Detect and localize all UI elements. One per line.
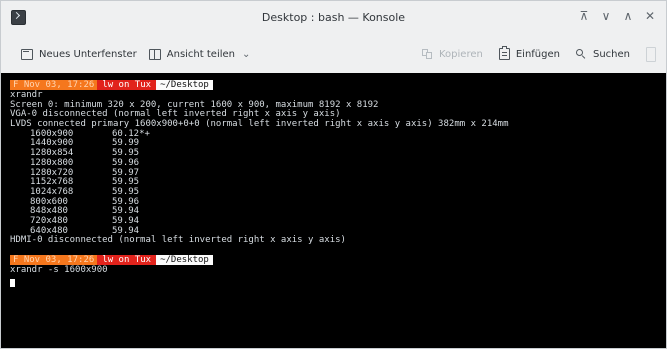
minimize-icon[interactable]: ∨ [598,8,614,24]
display-mode-row: 1280x854 59.95 [10,148,660,159]
find-label: Suchen [592,48,630,60]
new-tab-label: Neues Unterfenster [39,48,137,60]
new-tab-button[interactable]: Neues Unterfenster [21,42,137,66]
terminal-view[interactable]: F Nov 03, 17:26 lw on Tux ~/Desktop xran… [1,73,666,348]
display-mode-row: 1024x768 59.95 [10,187,660,198]
prompt-1: F Nov 03, 17:26 lw on Tux ~/Desktop [10,79,660,90]
display-mode-row: 848x480 59.94 [10,207,660,217]
toolbar-right-group: Kopieren Einfügen Suchen [422,42,656,66]
new-tab-icon [21,48,33,60]
display-mode-row: 1152x768 59.95 [10,177,660,188]
copy-button[interactable]: Kopieren [422,42,483,66]
konsole-window: Desktop : bash — Konsole ⊼ ∨ ∧ ✕ Neues U… [0,0,667,349]
menu-icon [646,46,656,62]
copy-label: Kopieren [439,48,483,60]
paste-button[interactable]: Einfügen [498,42,560,66]
split-view-icon [148,48,161,60]
chevron-down-icon: ⌄ [242,48,251,60]
close-icon[interactable]: ✕ [642,8,658,24]
display-mode-row: 720x480 59.94 [10,216,660,227]
paste-label: Einfügen [515,48,560,60]
toolbar-left-group: Neues Unterfenster Ansicht teilen ⌄ [21,42,250,66]
output-line: HDMI-0 disconnected (normal left inverte… [10,235,346,246]
find-button[interactable]: Suchen [575,42,630,66]
output-line: LVDS connected primary 1600x900+0+0 (nor… [10,119,509,130]
display-mode-row: 800x600 59.96 [10,197,660,208]
prompt-time: F Nov 03, 17:26 [10,254,98,265]
maximize-icon[interactable]: ∧ [620,8,636,24]
display-mode-row: 1280x720 59.97 [10,168,660,179]
prompt-user-host: lw on Tux [97,254,157,265]
keep-above-icon[interactable]: ⊼ [576,8,592,24]
prompt-2: F Nov 03, 17:26 lw on Tux ~/Desktop [10,254,660,265]
prompt-time: F Nov 03, 17:26 [10,79,98,90]
display-mode-row: 1280x800 59.96 [10,158,660,169]
search-icon [575,48,587,60]
text-cursor [10,278,15,287]
paste-icon [498,46,510,60]
prompt-directory: ~/Desktop [156,79,213,90]
window-title: Desktop : bash — Konsole [261,11,406,24]
command-line-2[interactable]: xrandr -s 1600x900 [10,265,660,276]
prompt-directory: ~/Desktop [156,254,213,265]
display-mode-row: 1440x900 59.99 [10,139,660,149]
window-controls: ⊼ ∨ ∧ ✕ [576,8,658,24]
display-mode-row: 1600x900 60.12*+ [10,129,660,140]
hamburger-menu-button[interactable] [646,42,656,66]
prompt-user-host: lw on Tux [97,79,157,90]
toolbar: Neues Unterfenster Ansicht teilen ⌄ Kopi… [1,35,666,74]
split-view-label: Ansicht teilen [166,48,235,60]
split-view-button[interactable]: Ansicht teilen ⌄ [148,42,251,66]
copy-icon [422,48,433,60]
title-bar[interactable]: Desktop : bash — Konsole ⊼ ∨ ∧ ✕ [1,1,666,36]
